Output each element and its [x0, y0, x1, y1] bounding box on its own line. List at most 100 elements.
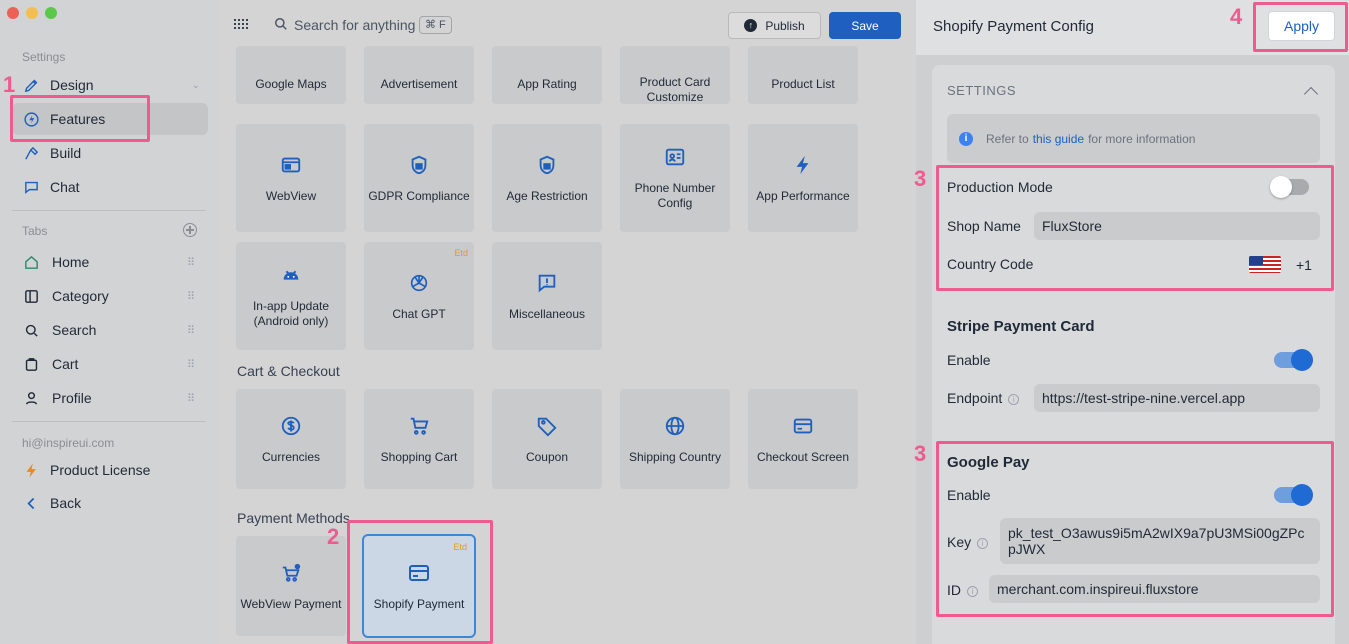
feature-card-shopify-payment[interactable]: Etd Shopify Payment: [362, 534, 476, 638]
sidebar-item-label: Features: [50, 111, 106, 127]
drag-handle-icon[interactable]: ⠿: [187, 290, 195, 303]
feature-card-google-maps[interactable]: Google Maps: [236, 46, 346, 104]
us-flag-icon[interactable]: [1249, 256, 1281, 273]
annotation-number: 3: [914, 166, 927, 191]
sidebar-tab-category[interactable]: Category ⠿: [22, 281, 204, 311]
profile-icon: [22, 389, 40, 407]
feature-card-advertisement[interactable]: Advertisement: [364, 46, 474, 104]
info-icon: i: [1008, 394, 1020, 405]
annotation-number: 4: [1230, 4, 1243, 29]
feature-card-miscellaneous[interactable]: Miscellaneous: [492, 242, 602, 350]
zoom-window-button[interactable]: [45, 7, 57, 19]
publish-button[interactable]: ↑ Publish: [728, 12, 821, 39]
feature-card-label: Checkout Screen: [756, 449, 850, 464]
sidebar-item-label: Profile: [52, 390, 92, 406]
google-pay-enable-label: Enable: [947, 487, 991, 503]
feature-card-coupon[interactable]: Coupon: [492, 389, 602, 489]
search-shortcut-badge: ⌘ F: [419, 16, 452, 34]
feature-card-label: Google Maps: [255, 76, 327, 91]
chevron-left-icon: [22, 494, 40, 512]
feature-card-label: Chat GPT: [392, 306, 446, 321]
drag-handle-icon[interactable]: ⠿: [187, 392, 195, 405]
search-icon: [22, 321, 40, 339]
shop-name-field[interactable]: FluxStore: [1034, 212, 1320, 240]
feature-card-label: WebView: [265, 188, 317, 203]
stripe-enable-toggle[interactable]: [1274, 349, 1313, 371]
annotation-number: 2: [327, 524, 340, 549]
sidebar-item-label: Category: [52, 288, 109, 304]
sidebar-tab-home[interactable]: Home ⠿: [22, 247, 204, 277]
feature-card-shopping-cart[interactable]: Shopping Cart: [364, 389, 474, 489]
sidebar-tab-profile[interactable]: Profile ⠿: [22, 383, 204, 413]
feature-card-app-rating[interactable]: App Rating: [492, 46, 602, 104]
divider: [12, 421, 206, 422]
feature-card-chat-gpt[interactable]: Etd Chat GPT: [364, 242, 474, 350]
endpoint-label-row: Endpoint i: [947, 390, 1020, 406]
product-license-item[interactable]: Product License: [22, 455, 204, 485]
endpoint-field[interactable]: https://test-stripe-nine.vercel.app: [1034, 384, 1320, 412]
country-dial-code[interactable]: +1: [1296, 257, 1312, 273]
bolt-icon: [22, 461, 40, 479]
back-item[interactable]: Back: [22, 488, 204, 518]
feature-card-phone-number-config[interactable]: Phone Number Config: [620, 124, 730, 232]
sidebar-item-label: Product License: [50, 462, 151, 478]
stripe-enable-label: Enable: [947, 352, 991, 368]
feature-card-label: Coupon: [525, 449, 569, 464]
minimize-window-button[interactable]: [26, 7, 38, 19]
drag-handle-icon[interactable]: ⠿: [187, 256, 195, 269]
bolt-circle-icon: [22, 110, 40, 128]
feature-card-webview[interactable]: WebView: [236, 124, 346, 232]
feature-card-gdpr[interactable]: GDPR Compliance: [364, 124, 474, 232]
search-input[interactable]: Search for anything: [294, 17, 415, 33]
save-button[interactable]: Save: [829, 12, 901, 39]
feature-card-app-performance[interactable]: App Performance: [748, 124, 858, 232]
apply-button[interactable]: Apply: [1268, 11, 1335, 41]
feature-card-currencies[interactable]: Currencies: [236, 389, 346, 489]
etd-badge: Etd: [454, 248, 468, 258]
info-banner: i Refer to this guide for more informati…: [947, 114, 1320, 163]
feature-card-in-app-update[interactable]: In-app Update (Android only): [236, 242, 346, 350]
apps-grid-icon[interactable]: [234, 19, 248, 31]
feature-card-label: Miscellaneous: [508, 306, 586, 321]
google-pay-enable-toggle[interactable]: [1274, 484, 1313, 506]
feature-card-product-card-customize[interactable]: Product Card Customize: [620, 46, 730, 104]
bolt-icon: [791, 153, 815, 177]
feature-card-shipping-country[interactable]: Shipping Country: [620, 389, 730, 489]
drag-handle-icon[interactable]: ⠿: [187, 358, 195, 371]
contact-card-icon: [663, 145, 687, 169]
feature-card-webview-payment[interactable]: WebView Payment: [236, 536, 346, 636]
drag-handle-icon[interactable]: ⠿: [187, 324, 195, 337]
feature-card-label: Product Card Customize: [639, 75, 711, 104]
sidebar-tab-search[interactable]: Search ⠿: [22, 315, 204, 345]
sidebar-item-design[interactable]: Design ⌄: [22, 70, 204, 100]
shop-name-label: Shop Name: [947, 218, 1021, 234]
panel-title: Shopify Payment Config: [933, 18, 1094, 35]
category-icon: [22, 287, 40, 305]
sidebar-item-build[interactable]: Build: [22, 138, 204, 168]
globe-icon: [663, 414, 687, 438]
sidebar-item-features[interactable]: Features: [22, 104, 204, 134]
production-mode-toggle[interactable]: [1270, 176, 1309, 198]
window-controls: [7, 7, 57, 19]
merchant-id-field[interactable]: merchant.com.inspireui.fluxstore: [989, 575, 1320, 603]
feature-card-label: Shopping Cart: [380, 449, 458, 464]
key-field[interactable]: pk_test_O3awus9i5mA2wIX9a7pU3MSi00gZPcpJ…: [1000, 518, 1320, 564]
close-window-button[interactable]: [7, 7, 19, 19]
feature-card-product-list[interactable]: Product List: [748, 46, 858, 104]
credit-card-icon: [407, 561, 431, 585]
feature-card-age-restriction[interactable]: Age Restriction: [492, 124, 602, 232]
sidebar-tab-cart[interactable]: Cart ⠿: [22, 349, 204, 379]
feature-card-checkout-screen[interactable]: Checkout Screen: [748, 389, 858, 489]
info-icon: i: [967, 586, 978, 597]
top-toolbar: Search for anything ⌘ F ↑ Publish Save: [218, 0, 916, 46]
feature-card-label: In-app Update (Android only): [252, 299, 330, 328]
feature-card-label: App Performance: [756, 188, 850, 203]
stripe-heading: Stripe Payment Card: [947, 318, 1095, 335]
add-tab-icon[interactable]: [183, 223, 197, 237]
feature-card-label: Age Restriction: [506, 188, 588, 203]
sidebar-item-chat[interactable]: Chat: [22, 172, 204, 202]
webview-icon: [279, 153, 303, 177]
etd-badge: Etd: [453, 542, 467, 552]
country-code-label: Country Code: [947, 256, 1034, 272]
guide-link[interactable]: this guide: [1033, 132, 1084, 146]
